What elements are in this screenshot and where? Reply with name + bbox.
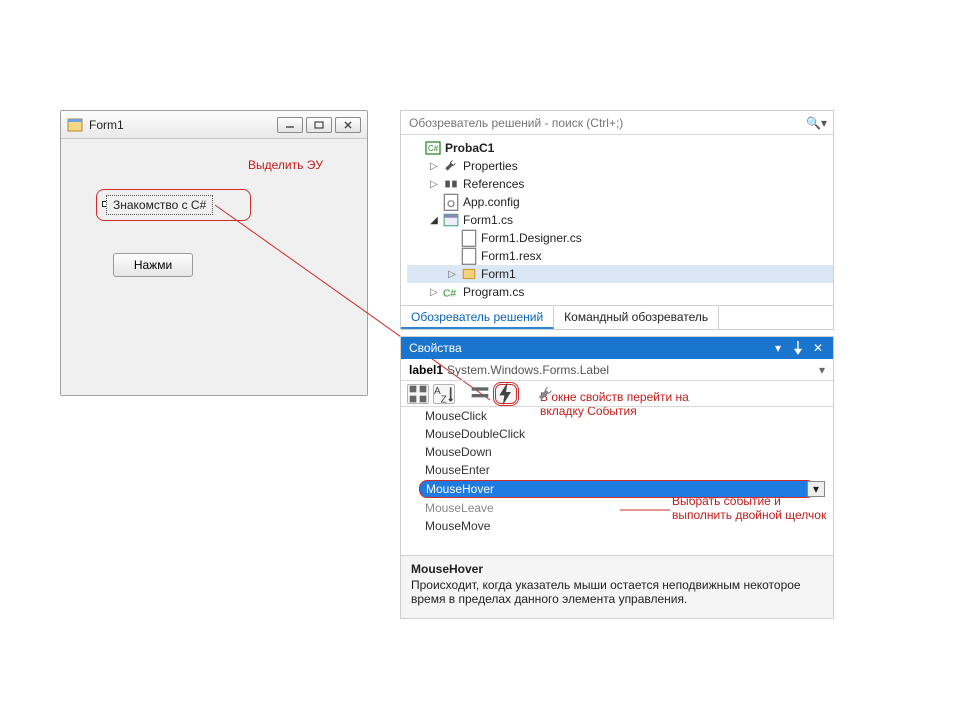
chevron-right-icon: ▷ xyxy=(429,287,439,298)
form-titlebar[interactable]: Form1 xyxy=(61,111,367,139)
event-row[interactable]: MouseLeave xyxy=(401,499,833,517)
solution-explorer-search[interactable]: 🔍▾ xyxy=(401,111,833,135)
csharp-file-icon: C# xyxy=(443,285,459,299)
form-title: Form1 xyxy=(89,118,271,132)
chevron-down-icon: ◢ xyxy=(429,215,439,226)
tree-item-label: Form1 xyxy=(481,267,516,281)
tree-appconfig[interactable]: App.config xyxy=(407,193,833,211)
tree-form1resx[interactable]: Form1.resx xyxy=(407,247,833,265)
tab-team-explorer[interactable]: Командный обозреватель xyxy=(554,306,719,329)
property-description: MouseHover Происходит, когда указатель м… xyxy=(401,555,833,618)
dropdown-icon[interactable]: ▾ xyxy=(771,341,785,355)
tree-item-label: Program.cs xyxy=(463,285,524,299)
maximize-button[interactable] xyxy=(306,117,332,133)
bottom-tabs: Обозреватель решений Командный обозреват… xyxy=(401,305,833,329)
tree-references[interactable]: ▷ References xyxy=(407,175,833,193)
config-file-icon xyxy=(443,195,459,209)
properties-object-selector[interactable]: label1 System.Windows.Forms.Label ▾ xyxy=(401,359,833,381)
tree-item-label: Form1.resx xyxy=(481,249,542,263)
event-row[interactable]: MouseDoubleClick xyxy=(401,425,833,443)
alphabetical-button[interactable]: AZ xyxy=(433,384,455,404)
form-client-area[interactable]: Знакомство с C# Нажми xyxy=(61,139,367,395)
tree-project[interactable]: C# ProbaC1 xyxy=(407,139,833,157)
property-pages-button[interactable] xyxy=(535,384,557,404)
csharp-project-icon: C# xyxy=(425,141,441,155)
tree-form1class[interactable]: ▷ Form1 xyxy=(407,265,833,283)
tree-item-label: App.config xyxy=(463,195,520,209)
properties-title: Свойства xyxy=(409,341,765,355)
pin-icon[interactable] xyxy=(791,341,805,355)
cs-file-icon xyxy=(461,231,477,245)
properties-button[interactable] xyxy=(469,384,491,404)
chevron-right-icon: ▷ xyxy=(429,179,439,190)
svg-text:C#: C# xyxy=(428,144,439,153)
categorized-button[interactable] xyxy=(407,384,429,404)
annotation-select-control: Выделить ЭУ xyxy=(248,158,323,172)
description-text: Происходит, когда указатель мыши остаетс… xyxy=(411,578,801,606)
event-handler-dropdown[interactable]: ▾ xyxy=(807,481,825,497)
close-icon[interactable]: ✕ xyxy=(811,341,825,355)
button-control[interactable]: Нажми xyxy=(113,253,193,277)
event-row[interactable]: MouseClick xyxy=(401,407,833,425)
solution-explorer: 🔍▾ C# ProbaC1 ▷ Properties ▷ References xyxy=(400,110,834,330)
class-icon xyxy=(461,267,477,281)
close-button[interactable] xyxy=(335,117,361,133)
search-input[interactable] xyxy=(407,115,800,131)
tree-item-label: Form1.cs xyxy=(463,213,513,227)
tree-form1designer[interactable]: Form1.Designer.cs xyxy=(407,229,833,247)
properties-titlebar[interactable]: Свойства ▾ ✕ xyxy=(401,337,833,359)
tab-solution-explorer[interactable]: Обозреватель решений xyxy=(401,306,554,329)
project-label: ProbaC1 xyxy=(445,141,494,155)
search-icon[interactable]: 🔍▾ xyxy=(806,116,827,130)
form-file-icon xyxy=(443,213,459,227)
minimize-button[interactable] xyxy=(277,117,303,133)
svg-text:Z: Z xyxy=(441,394,447,405)
wrench-icon xyxy=(443,159,459,173)
tree-form1cs[interactable]: ◢ Form1.cs xyxy=(407,211,833,229)
tree-item-label: Properties xyxy=(463,159,518,173)
references-icon xyxy=(443,177,459,191)
event-row[interactable]: MouseDown xyxy=(401,443,833,461)
svg-text:C#: C# xyxy=(443,289,456,300)
tree-programcs[interactable]: ▷ C# Program.cs xyxy=(407,283,833,301)
resx-file-icon xyxy=(461,249,477,263)
tree-item-label: Form1.Designer.cs xyxy=(481,231,582,245)
label-control[interactable]: Знакомство с C# xyxy=(106,195,213,215)
event-row[interactable]: MouseEnter xyxy=(401,461,833,479)
event-row[interactable]: MouseMove xyxy=(401,517,833,535)
form-icon xyxy=(67,117,83,133)
object-type: System.Windows.Forms.Label xyxy=(447,363,609,377)
properties-toolbar: AZ xyxy=(401,381,833,407)
description-title: MouseHover xyxy=(411,562,823,576)
chevron-right-icon: ▷ xyxy=(429,161,439,172)
events-button[interactable] xyxy=(495,384,517,404)
tree-properties[interactable]: ▷ Properties xyxy=(407,157,833,175)
designer-form-window: Form1 Знакомство с C# Нажми xyxy=(60,110,368,396)
chevron-right-icon: ▷ xyxy=(447,269,457,280)
properties-panel: Свойства ▾ ✕ label1 System.Windows.Forms… xyxy=(400,336,834,619)
event-row-selected[interactable]: MouseHover xyxy=(419,480,815,498)
tree-item-label: References xyxy=(463,177,524,191)
events-list: MouseClick MouseDoubleClick MouseDown Mo… xyxy=(401,407,833,555)
object-name: label1 xyxy=(409,363,443,377)
solution-tree: C# ProbaC1 ▷ Properties ▷ References App… xyxy=(401,135,833,305)
